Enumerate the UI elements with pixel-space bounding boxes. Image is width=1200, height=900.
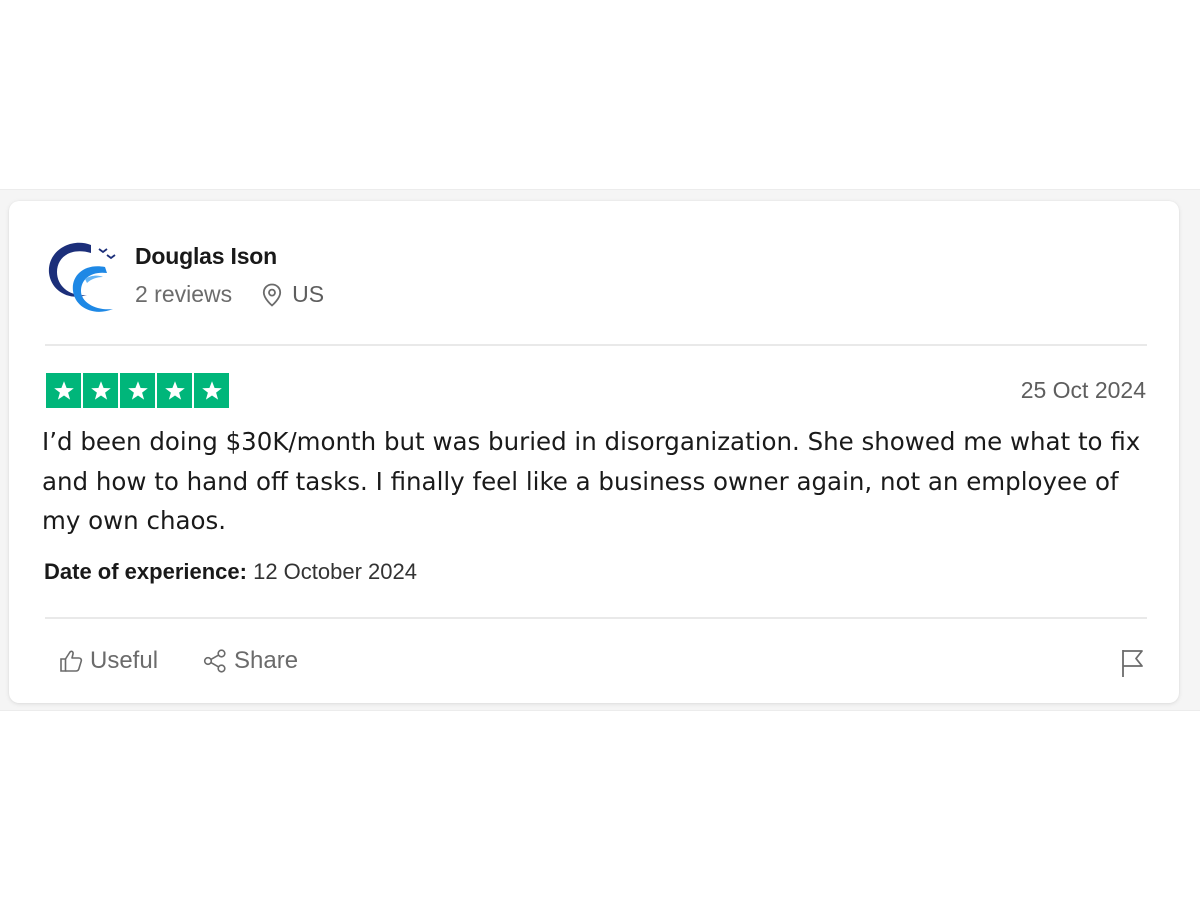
review-card: Douglas Ison 2 reviews US 25 Oct 2024 I’… [9, 201, 1179, 703]
review-date: 25 Oct 2024 [1020, 377, 1146, 403]
useful-button[interactable]: Useful [58, 647, 158, 675]
reviewer-meta: 2 reviews US [135, 281, 324, 308]
share-label: Share [234, 647, 299, 674]
reviewer-country: US [292, 281, 325, 307]
star-icon [120, 373, 155, 408]
review-body: I’d been doing $30K/month but was buried… [42, 427, 1141, 535]
share-button[interactable]: Share [202, 647, 298, 675]
review-count: 2 reviews [135, 281, 233, 307]
footer-divider [45, 617, 1147, 619]
flag-icon [1122, 650, 1143, 677]
useful-label: Useful [90, 647, 159, 674]
thumbs-up-icon [60, 650, 83, 672]
date-of-experience: Date of experience: 12 October 2024 [44, 559, 417, 585]
location-pin-icon [262, 283, 282, 307]
star-rating [46, 373, 229, 408]
report-flag-button[interactable] [1119, 647, 1147, 684]
star-icon [157, 373, 192, 408]
experience-date: 12 October 2024 [253, 559, 417, 584]
reviewer-name[interactable]: Douglas Ison [135, 243, 277, 270]
star-icon [46, 373, 81, 408]
company-logo-icon [48, 242, 116, 312]
header-divider [45, 344, 1147, 346]
star-icon [83, 373, 118, 408]
experience-label: Date of experience: [44, 559, 247, 584]
share-icon [203, 649, 226, 673]
star-icon [194, 373, 229, 408]
